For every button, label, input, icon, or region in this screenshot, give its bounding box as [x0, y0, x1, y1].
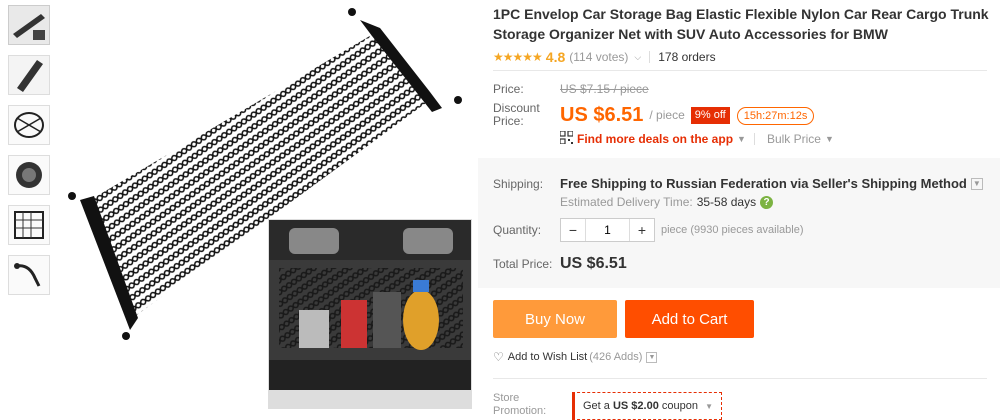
chevron-down-icon[interactable]: ⌵	[634, 52, 641, 63]
original-price: US $7.15 / piece	[560, 82, 649, 96]
per-piece: / piece	[649, 108, 685, 122]
trunk-inset-image	[268, 219, 472, 409]
heart-icon[interactable]: ♡	[493, 350, 504, 364]
divider	[649, 51, 651, 63]
main-product-image[interactable]	[60, 0, 482, 419]
coupon-amount: US $2.00	[612, 400, 659, 412]
app-deals-link[interactable]: Find more deals on the app	[577, 132, 733, 146]
add-to-wishlist-link[interactable]: Add to Wish List	[508, 351, 587, 363]
delivery-time: Estimated Delivery Time: 35-58 days ?	[560, 195, 774, 209]
coupon-button[interactable]: Get a US $2.00 coupon ▼	[572, 392, 722, 420]
availability-text: piece (9930 pieces available)	[661, 224, 804, 236]
coupon-prefix: Get a	[583, 400, 613, 412]
coupon-suffix: coupon	[658, 400, 698, 412]
qr-code-icon	[559, 130, 574, 147]
total-price-label: Total Price:	[493, 257, 553, 271]
wishlist-row: ♡ Add to Wish List (426 Adds) ▼	[493, 350, 658, 364]
chevron-down-icon[interactable]: ▼	[970, 177, 983, 190]
thumbnail-6[interactable]	[8, 255, 50, 295]
divider	[493, 70, 987, 71]
total-price-row: Total Price: US $6.51	[493, 255, 627, 273]
votes-link[interactable]: (114 votes)	[569, 50, 628, 64]
divider	[753, 133, 755, 145]
add-to-cart-button[interactable]: Add to Cart	[625, 300, 754, 338]
thumbnail-2[interactable]	[8, 55, 50, 95]
quantity-stepper: − +	[560, 218, 655, 242]
thumbnail-strip	[8, 5, 52, 305]
bulk-price-link[interactable]: Bulk Price	[767, 132, 821, 146]
quantity-label: Quantity:	[493, 223, 542, 237]
delivery-days: 35-58 days	[696, 195, 757, 209]
question-icon[interactable]: ?	[760, 195, 774, 209]
thumbnail-5[interactable]	[8, 205, 50, 245]
discount-label-line1: Discount	[493, 101, 540, 115]
shipping-label: Shipping:	[493, 176, 544, 191]
countdown-timer: 15h:27m:12s	[736, 107, 815, 125]
delivery-label: Estimated Delivery Time:	[560, 195, 693, 209]
product-info-panel: 1PC Envelop Car Storage Bag Elastic Flex…	[493, 0, 1000, 66]
discount-label-line2: Price:	[493, 114, 524, 128]
discount-price-label: Discount Price:	[493, 102, 560, 128]
discount-price-row: Discount Price: US $6.51 / piece 9% off …	[493, 102, 815, 128]
total-price-value: US $6.51	[560, 255, 627, 272]
quantity-input[interactable]	[585, 219, 630, 241]
promo-label-line1: Store	[493, 392, 520, 404]
rating-stars: ★★★★★	[493, 50, 543, 64]
divider	[493, 378, 987, 379]
thumbnail-1[interactable]	[8, 5, 50, 45]
chevron-down-icon[interactable]: ▼	[646, 351, 658, 363]
rating-row: ★★★★★ 4.8 (114 votes) ⌵ 178 orders	[493, 48, 1000, 66]
chevron-down-icon[interactable]: ▼	[737, 134, 746, 144]
chevron-down-icon[interactable]: ▼	[825, 134, 834, 144]
current-price: US $6.51	[560, 104, 644, 126]
orders-count: 178 orders	[658, 50, 716, 64]
discount-badge: 9% off	[690, 107, 730, 124]
buy-now-button[interactable]: Buy Now	[493, 300, 617, 338]
shipping-row: Shipping: Free Shipping to Russian Feder…	[493, 176, 983, 191]
quantity-row: Quantity: − + piece (9930 pieces availab…	[493, 218, 803, 242]
thumbnail-3[interactable]	[8, 105, 50, 145]
store-promotion-label: Store Promotion:	[493, 392, 572, 418]
rating-value: 4.8	[545, 49, 566, 65]
increase-button[interactable]: +	[630, 219, 654, 241]
app-deals-row: Find more deals on the app ▼ Bulk Price …	[559, 130, 834, 147]
chevron-down-icon: ▼	[705, 402, 713, 411]
price-row: Price: US $7.15 / piece	[493, 82, 649, 96]
store-promotion-row: Store Promotion: Get a US $2.00 coupon ▼	[493, 392, 722, 420]
decrease-button[interactable]: −	[561, 219, 585, 241]
product-title: 1PC Envelop Car Storage Bag Elastic Flex…	[493, 6, 989, 42]
shipping-method[interactable]: Free Shipping to Russian Federation via …	[560, 176, 967, 191]
promo-label-line2: Promotion:	[493, 405, 547, 417]
price-label: Price:	[493, 82, 524, 96]
thumbnail-4[interactable]	[8, 155, 50, 195]
wishlist-count: (426 Adds)	[589, 351, 643, 363]
